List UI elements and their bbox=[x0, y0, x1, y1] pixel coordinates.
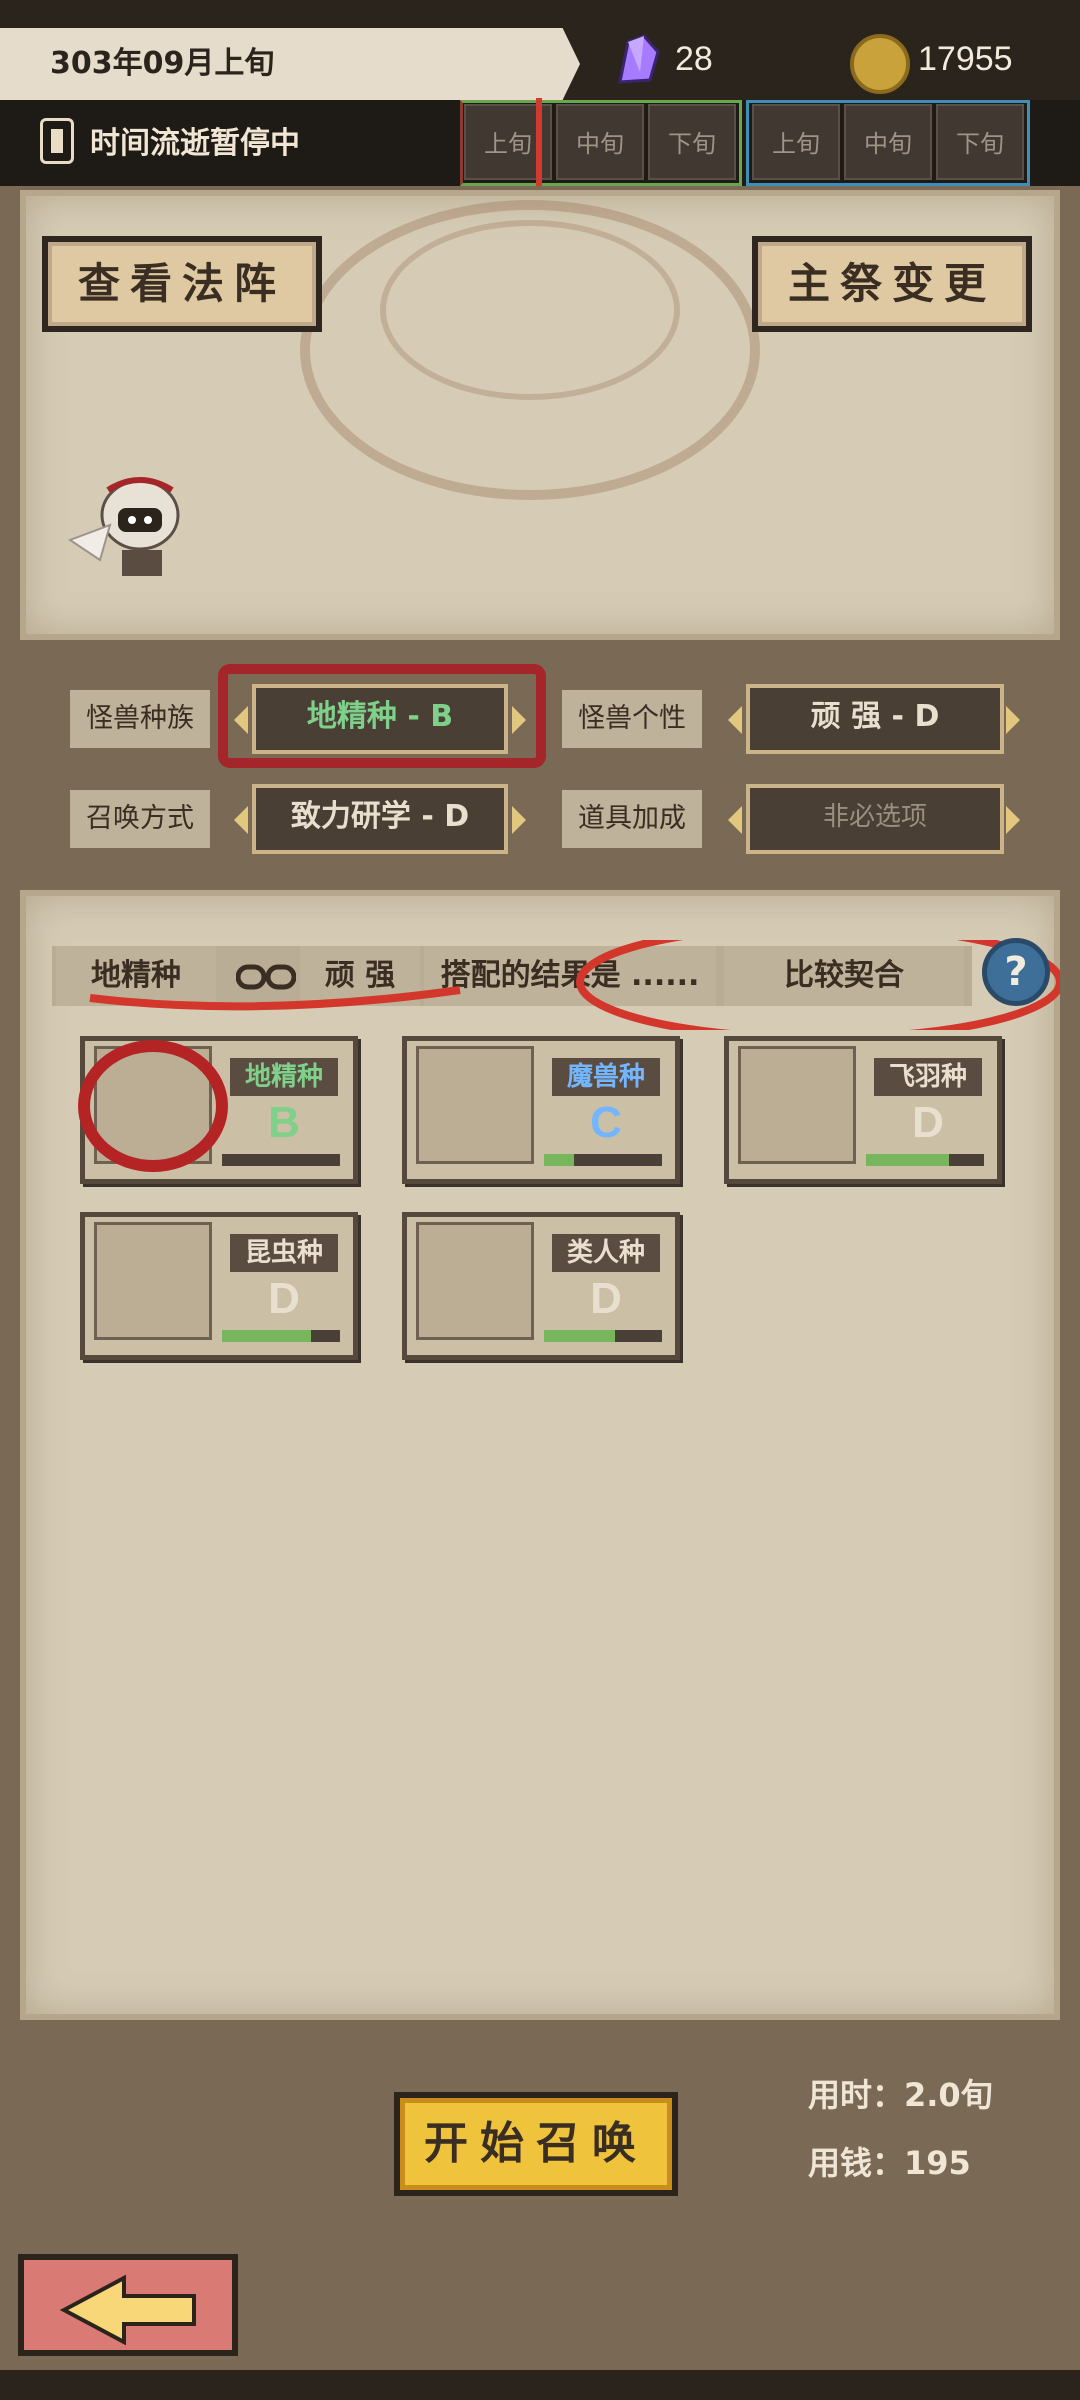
personality-next-arrow-icon[interactable] bbox=[1006, 706, 1020, 734]
gem-icon bbox=[618, 34, 660, 84]
progress-fill-beast bbox=[544, 1154, 574, 1166]
view-formation-button[interactable]: 查看法阵 bbox=[42, 236, 322, 332]
money-cost: 用钱：195 bbox=[808, 2144, 971, 2182]
card-grade-beast: C bbox=[590, 1098, 622, 1147]
card-name-feather: 飞羽种 bbox=[874, 1058, 982, 1096]
priest-character bbox=[67, 477, 180, 576]
bottom-strip bbox=[0, 2370, 1080, 2400]
card-name-beast: 魔兽种 bbox=[552, 1058, 660, 1096]
progress-fill-feather bbox=[866, 1154, 949, 1166]
time-marker bbox=[536, 98, 542, 186]
time-seg-late[interactable]: 下旬 bbox=[648, 104, 736, 180]
gem-count: 28 bbox=[675, 40, 713, 78]
card-name-goblin: 地精种 bbox=[230, 1058, 338, 1096]
progress-fill-insect bbox=[222, 1330, 311, 1342]
card-grade-humanoid: D bbox=[590, 1274, 622, 1323]
progress-bar-humanoid bbox=[544, 1330, 662, 1342]
card-grade-goblin: B bbox=[268, 1098, 300, 1147]
highlight-circle bbox=[78, 1040, 228, 1172]
personality-prev-arrow-icon[interactable] bbox=[728, 706, 742, 734]
wings-icon bbox=[738, 1046, 856, 1164]
time-status-text: 时间流逝暂停中 bbox=[90, 126, 300, 161]
magic-circle-inner bbox=[380, 220, 680, 400]
progress-bar-beast bbox=[544, 1154, 662, 1166]
card-name-insect: 昆虫种 bbox=[230, 1234, 338, 1272]
method-label: 召唤方式 bbox=[70, 790, 210, 848]
species-selector[interactable]: 地精种 - B bbox=[252, 684, 508, 754]
species-prev-arrow-icon[interactable] bbox=[234, 706, 248, 734]
progress-bar-goblin bbox=[222, 1154, 340, 1166]
time-seg-next-mid[interactable]: 中旬 bbox=[844, 104, 932, 180]
personality-selector[interactable]: 顽 强 - D bbox=[746, 684, 1004, 754]
back-arrow-icon bbox=[59, 2274, 196, 2346]
back-button[interactable] bbox=[18, 2254, 238, 2356]
time-cost: 用时：2.0旬 bbox=[808, 2076, 993, 2114]
help-icon[interactable]: ? bbox=[982, 938, 1050, 1006]
method-selector[interactable]: 致力研学 - D bbox=[252, 784, 508, 854]
progress-fill-humanoid bbox=[544, 1330, 615, 1342]
species-label: 怪兽种族 bbox=[70, 690, 210, 748]
beast-icon bbox=[416, 1046, 534, 1164]
item-label: 道具加成 bbox=[562, 790, 702, 848]
pause-icon[interactable] bbox=[40, 118, 74, 164]
date-ribbon: 303年09月上旬 bbox=[0, 28, 580, 100]
method-next-arrow-icon[interactable] bbox=[512, 806, 526, 834]
item-next-arrow-icon[interactable] bbox=[1006, 806, 1020, 834]
fist-icon bbox=[416, 1222, 534, 1340]
card-grade-feather: D bbox=[912, 1098, 944, 1147]
card-name-humanoid: 类人种 bbox=[552, 1234, 660, 1272]
annotation-marks bbox=[89, 940, 1060, 1030]
time-seg-mid[interactable]: 中旬 bbox=[556, 104, 644, 180]
item-selector[interactable]: 非必选项 bbox=[746, 784, 1004, 854]
progress-bar-insect bbox=[222, 1330, 340, 1342]
item-prev-arrow-icon[interactable] bbox=[728, 806, 742, 834]
time-seg-next-late[interactable]: 下旬 bbox=[936, 104, 1024, 180]
start-summon-button[interactable]: 开始召唤 bbox=[394, 2092, 678, 2196]
time-seg-next-early[interactable]: 上旬 bbox=[752, 104, 840, 180]
card-grade-insect: D bbox=[268, 1274, 300, 1323]
change-priest-button[interactable]: 主祭变更 bbox=[752, 236, 1032, 332]
coin-icon bbox=[850, 34, 910, 94]
progress-bar-feather bbox=[866, 1154, 984, 1166]
coin-count: 17955 bbox=[918, 40, 1013, 78]
insect-icon bbox=[94, 1222, 212, 1340]
personality-label: 怪兽个性 bbox=[562, 690, 702, 748]
method-prev-arrow-icon[interactable] bbox=[234, 806, 248, 834]
species-next-arrow-icon[interactable] bbox=[512, 706, 526, 734]
